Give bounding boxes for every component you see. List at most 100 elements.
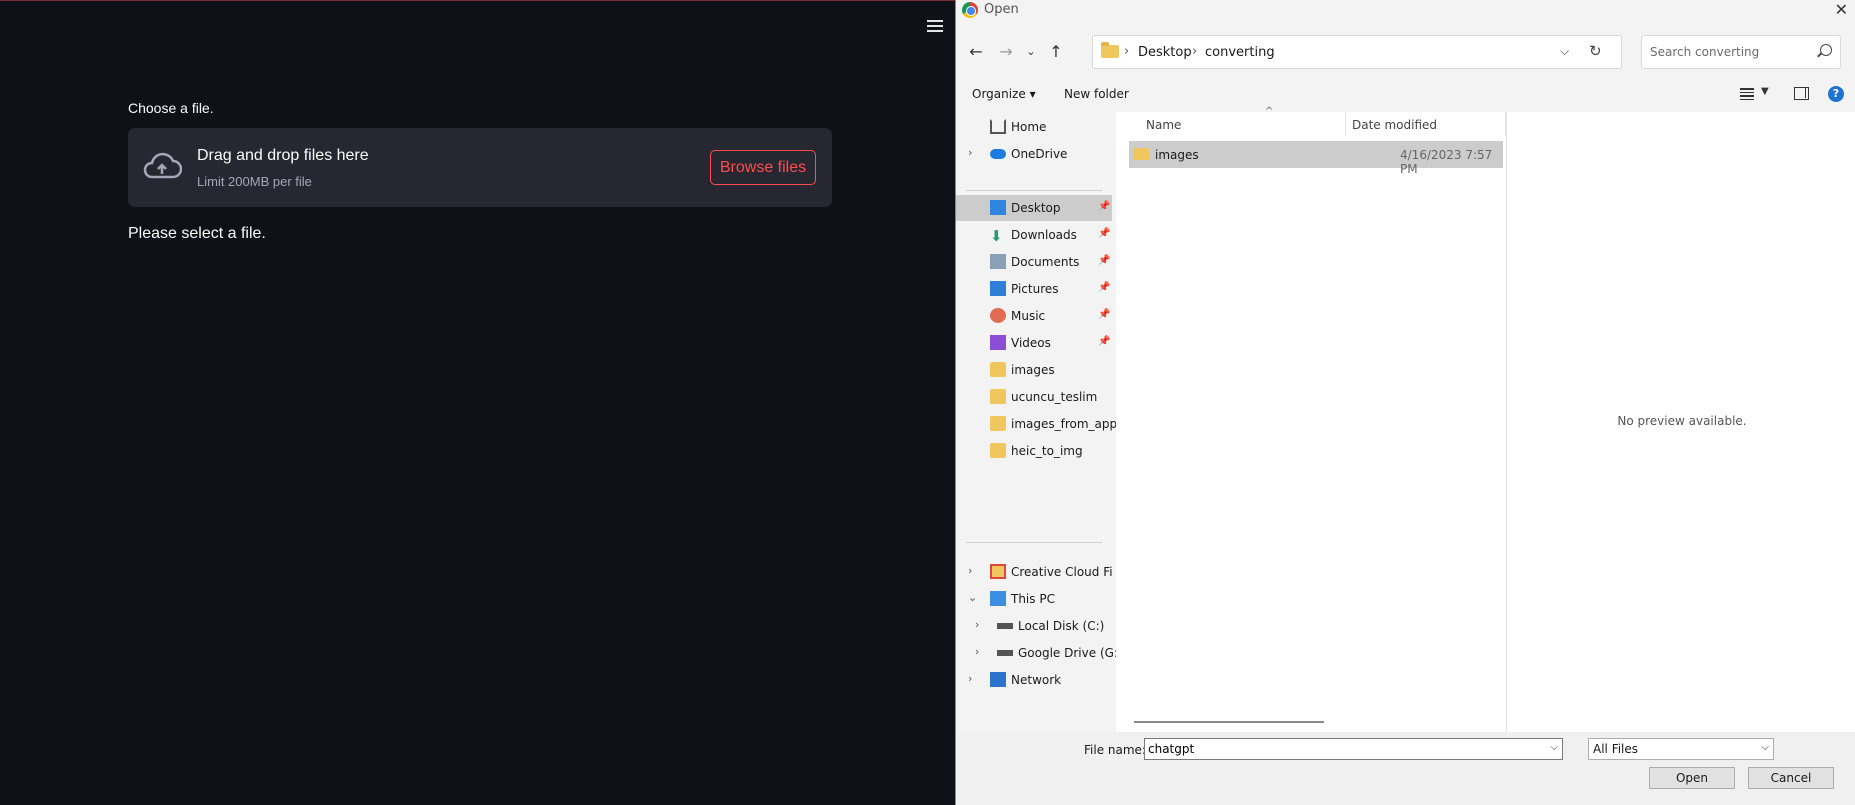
search-input[interactable] bbox=[1650, 43, 1810, 61]
folder-icon bbox=[1133, 148, 1149, 160]
up-arrow-icon[interactable]: ↑ bbox=[1046, 42, 1066, 62]
nav-label: Google Drive (G:) bbox=[1018, 646, 1123, 660]
nav-label: heic_to_img bbox=[1011, 444, 1083, 458]
nav-item-network[interactable]: › Network bbox=[956, 667, 1112, 693]
nav-item-this-pc[interactable]: ⌄ This PC bbox=[956, 586, 1112, 612]
desktop-icon bbox=[990, 200, 1006, 215]
nav-label: images bbox=[1011, 363, 1055, 377]
videos-icon bbox=[990, 335, 1006, 350]
new-folder-button[interactable]: New folder bbox=[1064, 87, 1129, 101]
pc-icon bbox=[990, 591, 1006, 606]
dropzone-title: Drag and drop files here bbox=[197, 147, 369, 164]
pin-icon: 📌 bbox=[1098, 228, 1111, 239]
open-file-dialog: Open ✕ ← → ⌄ ↑ › Desktop › converting ⌵ … bbox=[955, 0, 1855, 805]
nav-item-creative-cloud[interactable]: › Creative Cloud Files bbox=[956, 559, 1112, 585]
cancel-button[interactable]: Cancel bbox=[1748, 767, 1834, 789]
breadcrumb-desktop[interactable]: Desktop bbox=[1138, 45, 1192, 60]
collapse-chevron-icon[interactable]: ⌄ bbox=[968, 591, 977, 604]
navigation-bar: ← → ⌄ ↑ › Desktop › converting ⌵ ↻ bbox=[956, 34, 1855, 70]
folder-icon bbox=[990, 416, 1006, 431]
help-icon[interactable]: ? bbox=[1828, 86, 1844, 102]
preview-pane-icon[interactable] bbox=[1794, 87, 1809, 100]
pin-icon: 📌 bbox=[1098, 201, 1111, 212]
nav-item-ucuncu-teslim[interactable]: ucuncu_teslim bbox=[956, 384, 1112, 410]
file-type-value: All Files bbox=[1593, 742, 1639, 756]
address-bar[interactable]: › Desktop › converting ⌵ ↻ bbox=[1092, 35, 1622, 69]
nav-item-pictures[interactable]: Pictures 📌 bbox=[956, 276, 1112, 302]
expand-chevron-icon[interactable]: › bbox=[975, 618, 979, 631]
nav-item-downloads[interactable]: ⬇ Downloads 📌 bbox=[956, 222, 1112, 248]
expand-chevron-icon[interactable]: › bbox=[968, 146, 972, 159]
no-preview-text: No preview available. bbox=[1617, 414, 1747, 428]
chevron-down-icon[interactable]: ⌵ bbox=[1550, 742, 1558, 753]
nav-item-heic-to-img[interactable]: heic_to_img bbox=[956, 438, 1112, 464]
table-row[interactable]: images 4/16/2023 7:57 PM bbox=[1129, 141, 1503, 176]
sort-ascending-icon: ^ bbox=[1265, 106, 1274, 117]
column-header-name[interactable]: Name bbox=[1146, 118, 1181, 142]
pin-icon: 📌 bbox=[1098, 309, 1111, 320]
drive-icon bbox=[997, 623, 1013, 629]
column-header-date[interactable]: Date modified bbox=[1352, 118, 1437, 142]
pin-icon: 📌 bbox=[1098, 255, 1111, 266]
nav-label: Videos bbox=[1011, 336, 1051, 350]
dialog-title: Open bbox=[984, 2, 1019, 17]
file-list: Name ^ Date modified images 4/16/2023 7:… bbox=[1116, 106, 1506, 732]
nav-label: Music bbox=[1011, 309, 1046, 323]
network-icon bbox=[990, 672, 1006, 687]
search-icon bbox=[1820, 44, 1832, 56]
nav-item-images[interactable]: images bbox=[956, 357, 1112, 383]
file-dropzone[interactable]: Drag and drop files here Limit 200MB per… bbox=[128, 128, 832, 207]
address-dropdown-icon[interactable]: ⌵ bbox=[1560, 44, 1569, 59]
nav-item-videos[interactable]: Videos 📌 bbox=[956, 330, 1112, 356]
nav-label: OneDrive bbox=[1011, 147, 1068, 161]
dialog-footer: File name: ⌵ All Files ⌵ Open Cancel bbox=[956, 732, 1855, 805]
onedrive-icon bbox=[990, 149, 1006, 159]
nav-item-music[interactable]: Music 📌 bbox=[956, 303, 1112, 329]
uploader-label: Choose a file. bbox=[128, 100, 214, 116]
file-name-input[interactable] bbox=[1148, 741, 1538, 757]
nav-label: Network bbox=[1011, 673, 1062, 687]
file-type-select[interactable]: All Files ⌵ bbox=[1588, 738, 1774, 760]
documents-icon bbox=[990, 254, 1006, 269]
nav-item-home[interactable]: Home bbox=[956, 114, 1112, 140]
nav-label: Downloads bbox=[1011, 228, 1077, 242]
nav-item-images-from-app[interactable]: images_from_app bbox=[956, 411, 1117, 437]
close-icon[interactable]: ✕ bbox=[1835, 0, 1848, 19]
search-box[interactable] bbox=[1641, 35, 1841, 69]
file-date: 4/16/2023 7:57 PM bbox=[1400, 148, 1493, 176]
nav-label: Documents bbox=[1011, 255, 1080, 269]
expand-chevron-icon[interactable]: › bbox=[968, 564, 972, 577]
browse-files-button[interactable]: Browse files bbox=[710, 150, 816, 185]
chrome-icon bbox=[962, 2, 978, 18]
nav-label: Desktop bbox=[1011, 201, 1061, 215]
chevron-down-icon: ⌵ bbox=[1761, 742, 1769, 753]
recent-locations-chevron-icon[interactable]: ⌄ bbox=[1021, 42, 1041, 62]
forward-arrow-icon[interactable]: → bbox=[996, 42, 1016, 62]
cloud-upload-icon bbox=[143, 152, 182, 179]
nav-item-desktop[interactable]: Desktop 📌 bbox=[956, 195, 1112, 221]
organize-menu[interactable]: Organize ▾ bbox=[972, 87, 1036, 101]
breadcrumb-separator-icon: › bbox=[1124, 44, 1130, 59]
nav-item-local-disk[interactable]: › Local Disk (C:) bbox=[956, 613, 1112, 639]
column-divider[interactable] bbox=[1345, 112, 1346, 136]
streamlit-app: Choose a file. Drag and drop files here … bbox=[0, 0, 955, 805]
open-button[interactable]: Open bbox=[1649, 767, 1735, 789]
expand-chevron-icon[interactable]: › bbox=[968, 672, 972, 685]
view-dropdown-icon[interactable]: ▼ bbox=[1761, 86, 1769, 97]
breadcrumb-converting[interactable]: converting bbox=[1205, 45, 1275, 60]
nav-label: This PC bbox=[1011, 592, 1055, 606]
back-arrow-icon[interactable]: ← bbox=[966, 42, 986, 62]
main-menu-icon[interactable] bbox=[925, 17, 945, 35]
drive-icon bbox=[997, 650, 1013, 656]
folder-icon bbox=[990, 443, 1006, 458]
nav-item-google-drive[interactable]: › Google Drive (G:) bbox=[956, 640, 1123, 666]
view-list-icon[interactable] bbox=[1740, 88, 1754, 100]
nav-item-onedrive[interactable]: › OneDrive bbox=[956, 141, 1112, 167]
nav-label: ucuncu_teslim bbox=[1011, 390, 1098, 404]
nav-label: Pictures bbox=[1011, 282, 1059, 296]
nav-item-documents[interactable]: Documents 📌 bbox=[956, 249, 1112, 275]
refresh-icon[interactable]: ↻ bbox=[1589, 42, 1602, 60]
expand-chevron-icon[interactable]: › bbox=[975, 645, 979, 658]
file-name-field[interactable]: ⌵ bbox=[1144, 738, 1563, 760]
horizontal-scrollbar[interactable] bbox=[1134, 721, 1324, 723]
